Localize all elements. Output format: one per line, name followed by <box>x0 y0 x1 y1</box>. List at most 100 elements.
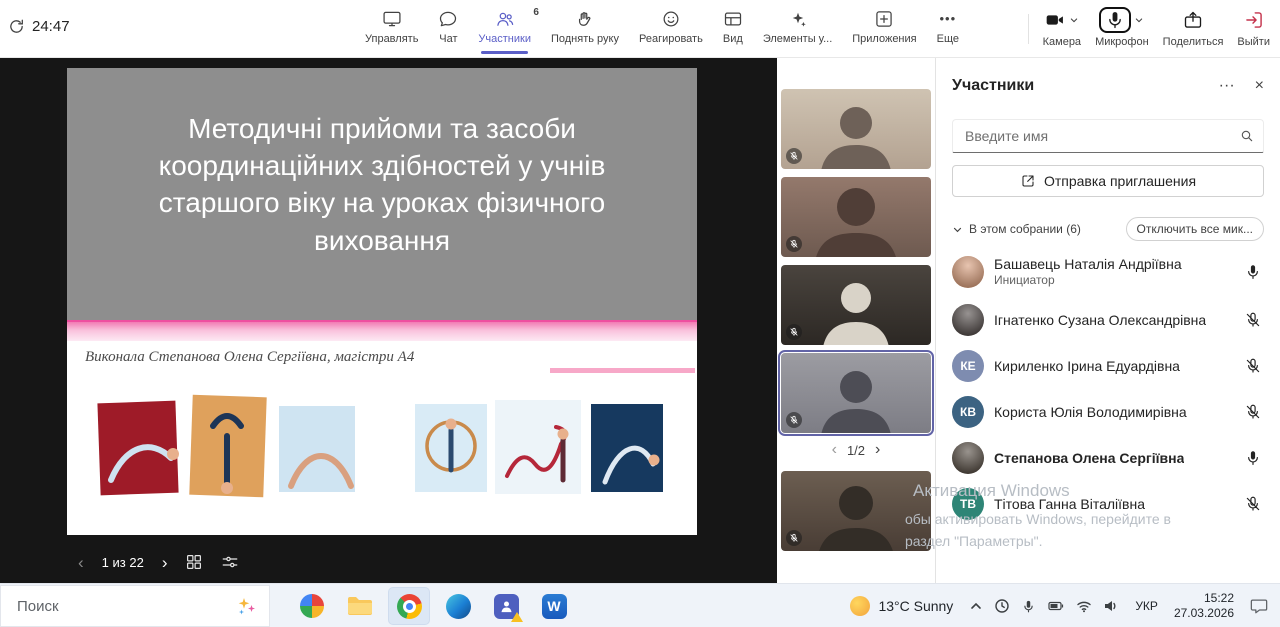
participants-count-badge: 6 <box>533 7 539 18</box>
leave-button[interactable]: Выйти <box>1233 4 1274 51</box>
taskbar-search-input[interactable] <box>15 597 235 616</box>
participant-name: Користа Юлія Володимирівна <box>994 403 1187 421</box>
notifications-icon[interactable] <box>1250 597 1268 615</box>
people-icon <box>495 9 515 29</box>
section-chevron-down-icon[interactable] <box>952 225 963 234</box>
mic-muted-icon[interactable] <box>1244 357 1264 375</box>
participant-row[interactable]: ТВ Тітова Ганна Віталіївна <box>952 481 1264 527</box>
file-explorer-icon[interactable] <box>340 588 380 624</box>
mic-muted-icon[interactable] <box>1244 403 1264 421</box>
video-tile[interactable] <box>781 177 931 257</box>
participants-button[interactable]: 6 Участники <box>471 4 538 50</box>
meeting-toolbar: 24:47 Управлять Чат 6 Участники Поднять … <box>0 0 1280 58</box>
participant-row[interactable]: Степанова Олена Сергіївна <box>952 435 1264 481</box>
slide-pink-band <box>67 320 697 341</box>
meeting-timer-value: 24:47 <box>32 18 70 35</box>
video-thumbnails-strip: ‹ 1/2 › <box>777 57 935 583</box>
word-icon[interactable]: W <box>534 588 574 624</box>
toolbar-divider <box>1028 14 1029 44</box>
muted-mic-badge-icon <box>786 412 802 428</box>
colorful-pinwheel-app-icon[interactable] <box>292 588 332 624</box>
apps-label: Приложения <box>852 33 916 45</box>
react-button[interactable]: Реагировать <box>632 4 710 50</box>
muted-mic-badge-icon <box>786 324 802 340</box>
language-indicator[interactable]: УКР <box>1135 599 1158 613</box>
previous-slide-icon[interactable]: ‹ <box>78 554 84 571</box>
search-icon[interactable] <box>1239 128 1255 144</box>
share-invite-icon <box>1020 173 1036 189</box>
wifi-icon[interactable] <box>1076 598 1092 614</box>
send-invitation-button[interactable]: Отправка приглашения <box>952 165 1264 197</box>
taskbar-time: 15:22 <box>1204 591 1234 605</box>
manage-label: Управлять <box>365 33 418 45</box>
meeting-elements-button[interactable]: Элементы у... <box>756 4 839 50</box>
raise-hand-button[interactable]: Поднять руку <box>544 4 626 50</box>
share-screen-button[interactable]: Поделиться <box>1159 4 1228 51</box>
mic-muted-icon[interactable] <box>1244 311 1264 329</box>
shared-content-stage: Методичні прийоми та засоби координаційн… <box>0 57 777 583</box>
microphone-icon <box>1105 10 1125 30</box>
chrome-icon[interactable] <box>388 587 430 625</box>
sun-icon <box>850 596 870 616</box>
leave-label: Выйти <box>1237 36 1270 48</box>
video-tile[interactable] <box>781 265 931 345</box>
slide-settings-icon[interactable] <box>221 553 239 571</box>
participant-name: Ігнатенко Сузана Олександрівна <box>994 311 1206 329</box>
gymnasts-illustration <box>67 384 697 514</box>
share-screen-icon <box>1183 10 1203 30</box>
chat-button[interactable]: Чат <box>431 4 465 50</box>
camera-button[interactable]: Камера <box>1039 4 1085 51</box>
manage-button[interactable]: Управлять <box>358 4 425 50</box>
refresh-icon <box>8 18 25 35</box>
volume-icon[interactable] <box>1103 598 1119 614</box>
participant-row[interactable]: Башавець Наталія Андріївна Инициатор <box>952 247 1264 297</box>
teal-swirl-app-icon[interactable] <box>438 588 478 624</box>
teams-icon[interactable] <box>486 588 526 624</box>
panel-title: Участники <box>952 77 1034 95</box>
taskbar-apps: W <box>292 587 574 625</box>
in-meeting-label[interactable]: В этом собрании (6) <box>969 222 1081 236</box>
tray-chevron-up-icon[interactable] <box>969 600 983 612</box>
video-page-next-icon[interactable]: › <box>875 441 880 459</box>
participant-row[interactable]: КВ Користа Юлія Володимирівна <box>952 389 1264 435</box>
taskbar-clock[interactable]: 15:22 27.03.2026 <box>1174 591 1234 621</box>
copilot-sparkle-icon[interactable] <box>235 596 259 616</box>
leave-icon <box>1244 10 1264 30</box>
panel-close-icon[interactable]: × <box>1255 78 1264 94</box>
mute-all-button[interactable]: Отключить все мик... <box>1126 217 1264 241</box>
video-tile-selected[interactable] <box>781 353 931 433</box>
next-slide-icon[interactable]: › <box>162 554 168 571</box>
avatar <box>952 442 984 474</box>
tray-mic-icon[interactable] <box>1021 599 1036 614</box>
weather-widget[interactable]: 13°C Sunny <box>850 596 953 616</box>
video-page-previous-icon[interactable]: ‹ <box>832 441 837 459</box>
participant-row[interactable]: Ігнатенко Сузана Олександрівна <box>952 297 1264 343</box>
panel-more-icon[interactable]: ··· <box>1219 78 1235 94</box>
participants-panel: Участники ··· × Отправка приглашения В э… <box>935 57 1280 583</box>
avatar <box>952 304 984 336</box>
participant-row[interactable]: КЕ Кириленко Ірина Едуардівна <box>952 343 1264 389</box>
mic-muted-icon[interactable] <box>1244 495 1264 513</box>
chat-icon <box>438 9 458 29</box>
react-label: Реагировать <box>639 33 703 45</box>
grid-view-icon[interactable] <box>185 553 203 571</box>
mic-on-icon[interactable] <box>1244 263 1264 281</box>
tray-clock-icon[interactable] <box>994 598 1010 614</box>
battery-icon[interactable] <box>1047 598 1065 614</box>
view-button[interactable]: Вид <box>716 4 750 50</box>
participant-role: Инициатор <box>994 273 1182 289</box>
windows-taskbar: W 13°C Sunny УКР 15:22 27.03.2026 <box>0 583 1280 627</box>
microphone-button[interactable]: Микрофон <box>1091 4 1153 51</box>
apps-button[interactable]: Приложения <box>845 4 923 50</box>
more-button[interactable]: ••• Еще <box>930 4 966 50</box>
microphone-chevron-icon[interactable] <box>1134 16 1144 24</box>
camera-chevron-icon[interactable] <box>1069 16 1079 24</box>
mic-on-icon[interactable] <box>1244 449 1264 467</box>
slide-pink-decoration <box>550 368 695 373</box>
camera-icon <box>1044 10 1066 30</box>
participant-search-input[interactable] <box>963 127 1239 145</box>
video-tile[interactable] <box>781 471 931 551</box>
microphone-focus-ring <box>1099 7 1131 33</box>
warning-badge-icon <box>511 612 523 622</box>
video-tile[interactable] <box>781 89 931 169</box>
